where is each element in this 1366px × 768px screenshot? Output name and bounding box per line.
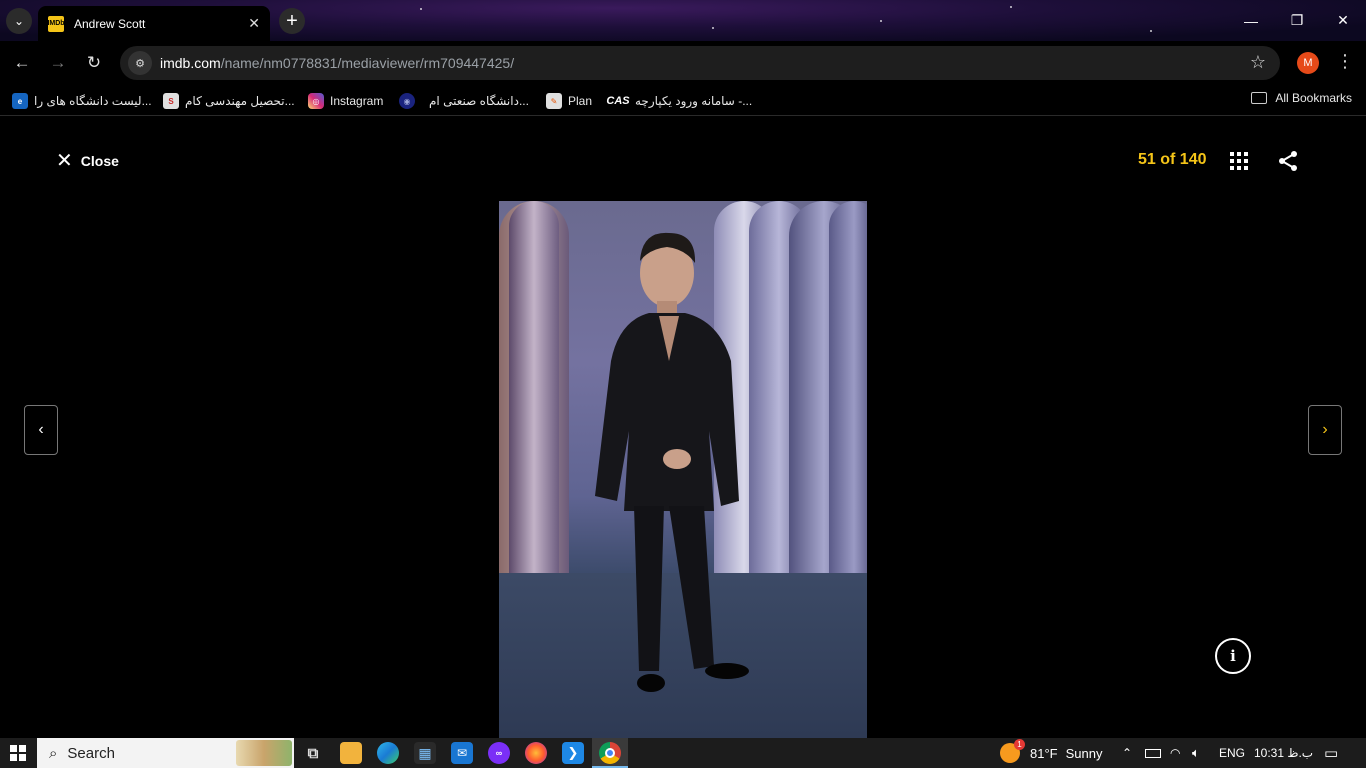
language-indicator[interactable]: ENG bbox=[1219, 738, 1245, 768]
gallery-grid-icon[interactable] bbox=[1230, 152, 1248, 170]
main-photo bbox=[499, 201, 867, 738]
search-icon: ⌕ bbox=[49, 744, 58, 762]
minimize-icon[interactable]: — bbox=[1228, 0, 1274, 41]
background-star bbox=[1150, 30, 1152, 32]
restore-icon[interactable]: ❐ bbox=[1274, 0, 1320, 41]
weather-badge: 1 bbox=[1014, 739, 1025, 750]
microsoft-store-icon[interactable]: ▦ bbox=[414, 742, 436, 764]
next-image-button[interactable]: › bbox=[1308, 405, 1342, 455]
imdb-favicon-icon: IMDb bbox=[47, 15, 65, 32]
close-icon: ✕ bbox=[56, 150, 73, 172]
tab-search-chevron-icon[interactable]: ⌄ bbox=[6, 8, 32, 34]
info-icon[interactable]: i bbox=[1215, 638, 1251, 674]
bookmark-item[interactable]: ◎ Instagram bbox=[308, 91, 383, 111]
folder-icon bbox=[1251, 92, 1268, 104]
bookmark-item[interactable]: e لیست دانشگاه های را... bbox=[12, 91, 152, 111]
back-arrow-icon[interactable]: ← bbox=[9, 50, 35, 76]
plan-favicon-icon: ✎ bbox=[546, 93, 562, 109]
chrome-taskbar-button[interactable] bbox=[592, 738, 628, 768]
bookmark-label: سامانه ورود یکپارچه -... bbox=[635, 94, 753, 108]
tab-close-icon[interactable]: ✕ bbox=[248, 15, 260, 32]
taskbar-search-box[interactable]: ⌕ Search bbox=[37, 738, 294, 768]
weather-text: Sunny bbox=[1065, 745, 1103, 761]
task-view-icon[interactable]: ⧉ bbox=[302, 742, 324, 764]
windows-start-icon[interactable] bbox=[10, 745, 26, 761]
volume-icon[interactable]: 🔈︎ bbox=[1192, 738, 1200, 768]
search-highlight-image bbox=[236, 740, 292, 766]
browser-menu-icon[interactable]: ⋮ bbox=[1336, 51, 1354, 72]
new-tab-plus-icon[interactable]: + bbox=[279, 8, 305, 34]
bookmark-item[interactable]: S تحصیل مهندسی کام... bbox=[163, 91, 295, 111]
cas-logo-icon: CAS bbox=[606, 95, 630, 107]
bookmark-item[interactable]: ◉ دانشگاه صنعتی ام... bbox=[399, 91, 529, 111]
bookmark-favicon-icon: e bbox=[12, 93, 28, 109]
vscode-icon[interactable]: ❯ bbox=[562, 742, 584, 764]
show-hidden-icons-chevron-icon[interactable]: ⌃ bbox=[1122, 738, 1132, 768]
media-viewer: ✕ Close 51 of 140 ‹ › i bbox=[0, 121, 1366, 738]
window-close-icon[interactable]: ✕ bbox=[1320, 0, 1366, 41]
file-explorer-icon[interactable] bbox=[340, 742, 362, 764]
windows-taskbar: ⌕ Search ⧉ ▦ ✉ ∞ ❯ 1 81°F Sunny ⌃ ◠ 🔈︎ E… bbox=[0, 738, 1366, 768]
university-logo-icon: ◉ bbox=[399, 93, 415, 109]
share-icon[interactable] bbox=[1277, 150, 1299, 172]
forward-arrow-icon[interactable]: → bbox=[45, 50, 71, 76]
bookmark-label: لیست دانشگاه های را... bbox=[34, 94, 152, 108]
weather-widget[interactable]: 1 81°F Sunny bbox=[1000, 738, 1102, 768]
tab-title: Andrew Scott bbox=[74, 16, 146, 31]
edge-icon[interactable] bbox=[377, 742, 399, 764]
firefox-icon[interactable] bbox=[525, 742, 547, 764]
image-counter: 51 of 140 bbox=[1138, 151, 1207, 168]
bookmark-star-icon[interactable]: ☆ bbox=[1250, 52, 1266, 73]
chrome-icon bbox=[599, 742, 621, 764]
app-icon[interactable]: ∞ bbox=[488, 742, 510, 764]
bookmark-item[interactable]: ✎ Plan bbox=[546, 91, 592, 111]
bookmarks-bar: e لیست دانشگاه های را... S تحصیل مهندسی … bbox=[0, 85, 1366, 116]
bookmark-label: Instagram bbox=[330, 94, 384, 108]
instagram-icon: ◎ bbox=[308, 93, 324, 109]
browser-tab[interactable]: IMDb Andrew Scott ✕ bbox=[38, 6, 270, 41]
chevron-right-icon: › bbox=[1322, 421, 1328, 438]
address-bar[interactable]: ⚙ imdb.com /name/nm0778831/mediaviewer/r… bbox=[120, 46, 1280, 80]
bookmark-item[interactable]: CAS سامانه ورود یکپارچه -... bbox=[606, 91, 753, 111]
bookmark-label: دانشگاه صنعتی ام... bbox=[429, 94, 529, 108]
site-info-icon[interactable]: ⚙ bbox=[128, 51, 152, 75]
bookmark-favicon-icon: S bbox=[163, 93, 179, 109]
battery-icon[interactable] bbox=[1145, 738, 1161, 768]
person-figure bbox=[595, 232, 749, 692]
background-star bbox=[880, 20, 882, 22]
clock[interactable]: 10:31 ب.ظ bbox=[1254, 738, 1313, 768]
previous-image-button[interactable]: ‹ bbox=[24, 405, 58, 455]
background-star bbox=[1010, 6, 1012, 8]
all-bookmarks-button[interactable]: All Bookmarks bbox=[1251, 91, 1352, 105]
wifi-icon[interactable]: ◠ bbox=[1170, 738, 1180, 768]
close-button[interactable]: ✕ Close bbox=[56, 151, 119, 171]
weather-temp: 81°F bbox=[1030, 745, 1058, 761]
background-star bbox=[712, 27, 714, 29]
all-bookmarks-label: All Bookmarks bbox=[1275, 91, 1352, 105]
mail-icon[interactable]: ✉ bbox=[451, 742, 473, 764]
browser-toolbar: ← → ↻ ⚙ imdb.com /name/nm0778831/mediavi… bbox=[0, 41, 1366, 85]
url-path: /name/nm0778831/mediaviewer/rm709447425/ bbox=[220, 55, 515, 71]
bookmark-label: تحصیل مهندسی کام... bbox=[185, 94, 295, 108]
chevron-left-icon: ‹ bbox=[38, 421, 44, 438]
background-star bbox=[420, 8, 422, 10]
reload-icon[interactable]: ↻ bbox=[81, 50, 107, 76]
taskbar-search-label: Search bbox=[67, 744, 115, 762]
title-bar: ⌄ IMDb Andrew Scott ✕ + — ❐ ✕ bbox=[0, 0, 1366, 41]
bookmark-label: Plan bbox=[568, 94, 593, 108]
notification-icon[interactable]: ▭ bbox=[1324, 738, 1338, 768]
profile-avatar[interactable]: M bbox=[1297, 52, 1319, 74]
url-host: imdb.com bbox=[160, 55, 221, 71]
sun-weather-icon: 1 bbox=[1000, 739, 1025, 763]
close-label: Close bbox=[80, 153, 119, 169]
